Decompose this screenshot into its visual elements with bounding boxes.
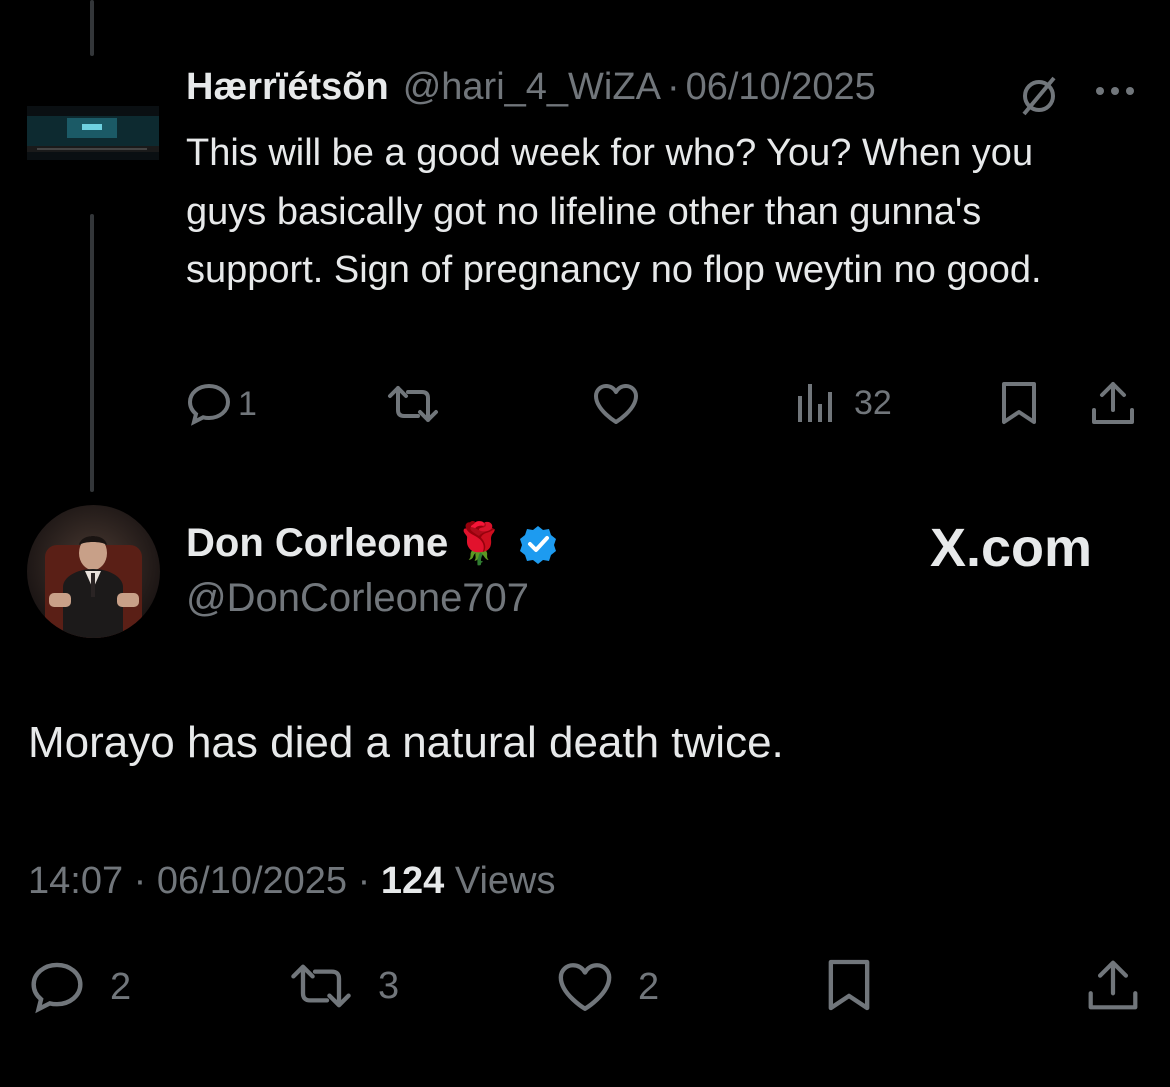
- bar-chart-icon: [798, 384, 832, 422]
- rose-emoji: 🌹: [454, 522, 505, 566]
- retweet-arrows-icon: [388, 386, 438, 422]
- reply-count: 1: [238, 384, 257, 423]
- heart-icon: [558, 963, 612, 1011]
- views-count: 32: [854, 383, 892, 422]
- retweet-arrows-icon: [291, 964, 351, 1008]
- verified-badge-icon[interactable]: [518, 524, 558, 564]
- thread-line-middle: [90, 214, 94, 492]
- main-handle[interactable]: @DonCorleone707: [186, 576, 529, 621]
- ellipsis-icon[interactable]: [1094, 84, 1140, 103]
- meta-separator-1: ·: [133, 860, 147, 902]
- reply-avatar[interactable]: [27, 106, 159, 160]
- reply-tweet-header: Hærrïétsõn @hari_4_WiZA · 06/10/2025: [186, 66, 876, 109]
- main-avatar[interactable]: [27, 505, 160, 638]
- x-com-watermark: X.com: [930, 518, 1093, 578]
- speech-bubble-icon: [187, 383, 231, 426]
- main-tweet-text: Morayo has died a natural death twice.: [28, 718, 784, 767]
- tweet-date[interactable]: 06/10/2025: [157, 860, 347, 902]
- bookmark-icon: [1002, 382, 1036, 424]
- reply-date[interactable]: 06/10/2025: [686, 66, 876, 109]
- main-reply-count: 2: [110, 965, 132, 1008]
- heart-icon: [594, 384, 638, 424]
- main-display-name[interactable]: Don Corleone: [186, 521, 448, 566]
- main-action-reply[interactable]: 2: [28, 960, 131, 1014]
- header-separator: ·: [666, 66, 680, 108]
- main-like-count: 2: [638, 965, 660, 1008]
- reply-handle[interactable]: @hari_4_WiZA: [403, 66, 661, 109]
- share-upload-icon: [1088, 960, 1138, 1010]
- main-action-share[interactable]: [1086, 958, 1140, 1012]
- reply-display-name[interactable]: Hærrïétsõn: [186, 66, 389, 109]
- reply-action-bookmark[interactable]: [1000, 380, 1038, 426]
- tweet-views-count[interactable]: 124: [381, 860, 444, 902]
- reply-action-share[interactable]: [1090, 380, 1136, 426]
- tweet-time[interactable]: 14:07: [28, 860, 123, 902]
- main-retweet-count: 3: [378, 964, 400, 1007]
- meta-separator-2: ·: [357, 860, 371, 902]
- reply-action-reply[interactable]: 1: [186, 382, 257, 426]
- reply-action-like[interactable]: [592, 382, 640, 426]
- thread-line-top: [90, 0, 94, 56]
- slashed-circle-icon[interactable]: [1016, 72, 1062, 123]
- speech-bubble-icon: [31, 962, 83, 1014]
- reply-action-views[interactable]: 32: [796, 382, 892, 424]
- main-display-name-row: Don Corleone 🌹: [186, 520, 558, 567]
- tweet-views-label: Views: [454, 860, 556, 902]
- main-action-like[interactable]: 2: [556, 960, 659, 1014]
- share-upload-icon: [1092, 382, 1134, 424]
- bookmark-icon: [828, 959, 870, 1011]
- main-action-retweet[interactable]: 3: [288, 962, 399, 1010]
- reply-tweet-text: This will be a good week for who? You? W…: [186, 132, 1042, 291]
- main-action-bookmark[interactable]: [826, 956, 872, 1014]
- reply-action-retweet[interactable]: [386, 384, 440, 424]
- tweet-meta: 14:07 · 06/10/2025 · 124 Views: [28, 860, 556, 903]
